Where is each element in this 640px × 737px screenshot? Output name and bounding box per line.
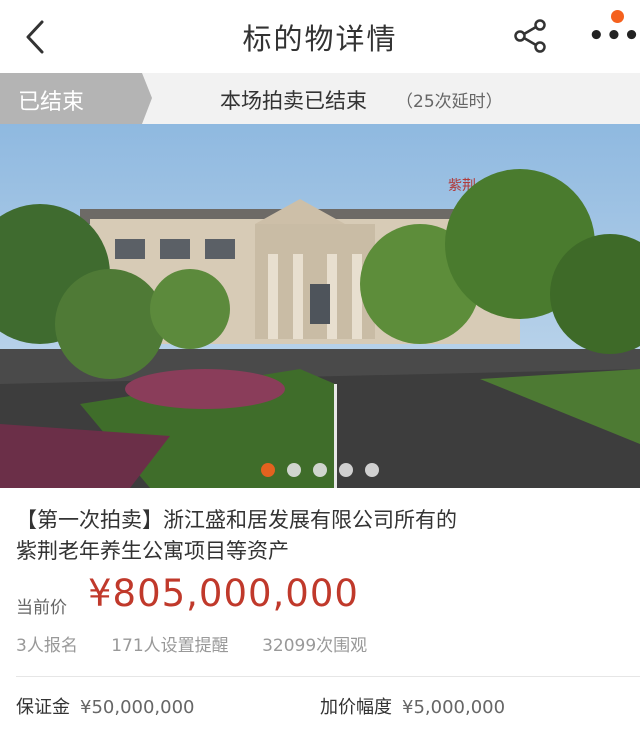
increment-label: 加价幅度 bbox=[320, 697, 392, 718]
share-button[interactable] bbox=[512, 17, 550, 55]
top-nav-bar: 标的物详情 ••• bbox=[0, 0, 640, 73]
notification-dot bbox=[611, 10, 624, 23]
carousel-dot[interactable] bbox=[313, 463, 327, 477]
building-photo: 紫荆 bbox=[0, 124, 640, 488]
status-tag-label: 已结束 bbox=[18, 90, 85, 115]
deposit-row: 保证金 ¥50,000,000 bbox=[16, 693, 195, 719]
current-price-value: ¥805,000,000 bbox=[88, 572, 359, 615]
signup-count: 3人报名 bbox=[16, 636, 78, 656]
status-text: 本场拍卖已结束 bbox=[220, 89, 367, 113]
share-icon bbox=[514, 19, 546, 53]
auction-stats: 3人报名 171人设置提醒 32099次围观 bbox=[16, 631, 395, 656]
item-title: 【第一次拍卖】浙江盛和居发展有限公司所有的紫荆老年养生公寓项目等资产 bbox=[16, 508, 457, 563]
carousel-indicator bbox=[0, 463, 640, 477]
more-dots-icon: ••• bbox=[588, 21, 640, 51]
current-price-label: 当前价 bbox=[16, 598, 67, 618]
reminder-count: 171人设置提醒 bbox=[111, 636, 229, 656]
divider bbox=[16, 676, 640, 677]
more-menu-button[interactable]: ••• bbox=[584, 10, 640, 54]
item-photo-carousel[interactable]: 紫荆 bbox=[0, 124, 640, 488]
extension-count: （25次延时） bbox=[396, 92, 503, 112]
carousel-dot[interactable] bbox=[339, 463, 353, 477]
auction-status-bar: 已结束 本场拍卖已结束 （25次延时） bbox=[0, 73, 640, 124]
deposit-value: ¥50,000,000 bbox=[80, 697, 195, 718]
carousel-dot[interactable] bbox=[261, 463, 275, 477]
carousel-dot[interactable] bbox=[287, 463, 301, 477]
deposit-label: 保证金 bbox=[16, 697, 70, 718]
increment-value: ¥5,000,000 bbox=[402, 697, 506, 718]
view-count: 32099次围观 bbox=[262, 636, 368, 656]
carousel-dot[interactable] bbox=[365, 463, 379, 477]
increment-row: 加价幅度 ¥5,000,000 bbox=[320, 693, 505, 719]
